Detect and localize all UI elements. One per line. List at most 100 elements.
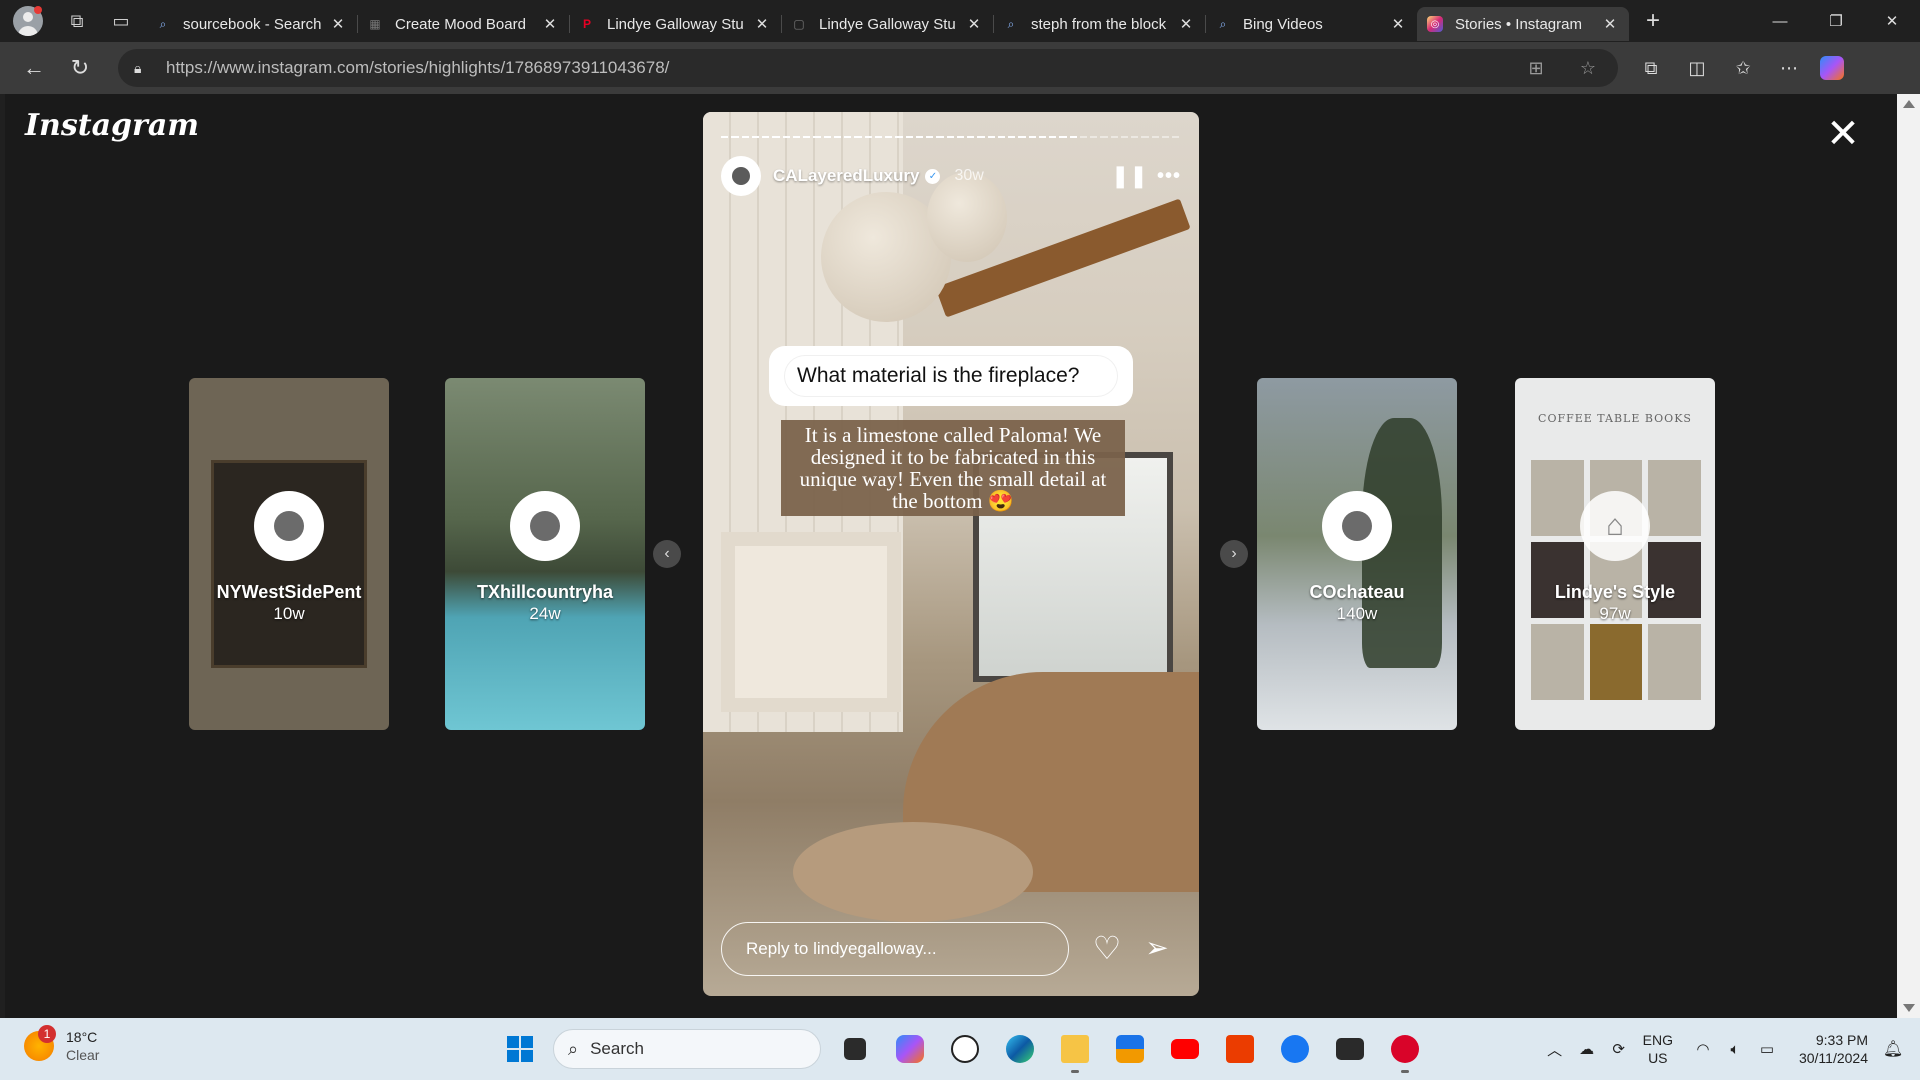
- instagram-icon: ◎: [1427, 16, 1443, 32]
- story-username: NYWestSidePent: [216, 582, 362, 602]
- tab-mood-board[interactable]: ▦ Create Mood Board ✕: [357, 7, 569, 41]
- new-tab-button[interactable]: +: [1635, 3, 1671, 39]
- microsoft-store-icon[interactable]: [1108, 1027, 1152, 1071]
- tab-lindye-pinterest[interactable]: P Lindye Galloway Stu ✕: [569, 7, 781, 41]
- minimize-icon[interactable]: —: [1752, 0, 1808, 42]
- close-icon[interactable]: ✕: [1825, 114, 1861, 154]
- story-card-cochateau[interactable]: COchateau 140w: [1257, 378, 1457, 730]
- progress-segment: [751, 136, 759, 138]
- office-icon[interactable]: [1218, 1027, 1262, 1071]
- notification-bell-icon[interactable]: 🔔︎: [1878, 1039, 1908, 1059]
- progress-segment: [731, 136, 739, 138]
- weather-sun-icon: 1: [24, 1025, 56, 1061]
- progress-segment: [854, 136, 862, 138]
- input-language[interactable]: ENG US: [1643, 1031, 1673, 1067]
- progress-segment: [1161, 136, 1169, 138]
- progress-segment: [1079, 136, 1087, 138]
- close-tab-icon[interactable]: ✕: [753, 15, 771, 33]
- story-avatar: [510, 491, 580, 561]
- story-card-nywestsidepent[interactable]: NYWestSidePent 10w: [189, 378, 389, 730]
- story-header: CALayeredLuxury ✓ 30w ❚❚ •••: [721, 156, 1181, 196]
- window-controls: — ❐ ✕: [1752, 0, 1920, 42]
- address-toolbar: ← ↻ 🔒︎ https://www.instagram.com/stories…: [0, 42, 1920, 94]
- story-image-fireplace: [721, 532, 901, 712]
- story-card-txhillcountryha[interactable]: TXhillcountryha 24w: [445, 378, 645, 730]
- verified-badge-icon: ✓: [925, 168, 941, 184]
- tab-lindye-site[interactable]: ▢ Lindye Galloway Stu ✕: [781, 7, 993, 41]
- copilot-app-icon[interactable]: [888, 1027, 932, 1071]
- send-icon[interactable]: ➢: [1137, 928, 1177, 968]
- start-button[interactable]: [498, 1027, 542, 1071]
- active-story[interactable]: CALayeredLuxury ✓ 30w ❚❚ ••• What materi…: [703, 112, 1199, 996]
- next-story-button[interactable]: ›: [1220, 540, 1248, 568]
- close-tab-icon[interactable]: ✕: [541, 15, 559, 33]
- tab-bing-videos[interactable]: ⌕ Bing Videos ✕: [1205, 7, 1417, 41]
- copilot-icon[interactable]: [1820, 56, 1844, 80]
- battery-icon[interactable]: ▭: [1751, 1040, 1783, 1058]
- extensions-icon[interactable]: ⧉: [1628, 58, 1674, 79]
- heart-icon[interactable]: ♡: [1087, 928, 1127, 968]
- onedrive-cloud-icon[interactable]: ☁: [1571, 1040, 1603, 1058]
- workspaces-icon[interactable]: ⧉: [59, 3, 95, 39]
- favorites-icon[interactable]: ✩: [1720, 58, 1766, 79]
- story-card-lindyes-style[interactable]: COFFEE TABLE BOOKS ⌂ Lindye's Style 97w: [1515, 378, 1715, 730]
- search-icon: ⌕: [568, 1038, 579, 1059]
- previous-story-button[interactable]: ‹: [653, 540, 681, 568]
- split-screen-icon[interactable]: ◫: [1674, 58, 1720, 79]
- taskbar-search[interactable]: ⌕ Search: [553, 1029, 821, 1069]
- progress-segment: [915, 136, 923, 138]
- edge-browser-icon[interactable]: [998, 1027, 1042, 1071]
- more-options-icon[interactable]: •••: [1157, 165, 1181, 188]
- story-author-avatar[interactable]: [721, 156, 761, 196]
- youtube-icon[interactable]: [1163, 1027, 1207, 1071]
- reply-input[interactable]: Reply to lindyegalloway...: [721, 922, 1069, 976]
- back-button[interactable]: ←: [14, 48, 54, 88]
- task-view-icon[interactable]: [833, 1027, 877, 1071]
- pause-icon[interactable]: ❚❚: [1111, 163, 1148, 189]
- security-app-icon[interactable]: [1383, 1027, 1427, 1073]
- progress-segment: [936, 136, 944, 138]
- favorite-star-icon[interactable]: ☆: [1574, 58, 1602, 79]
- file-explorer-icon[interactable]: [1053, 1027, 1097, 1073]
- progress-segment: [864, 136, 872, 138]
- progress-segment: [905, 136, 913, 138]
- settings-more-icon[interactable]: ⋯: [1766, 58, 1812, 79]
- progress-segment: [1131, 136, 1139, 138]
- tab-instagram-stories[interactable]: ◎ Stories • Instagram ✕: [1417, 7, 1629, 41]
- question-text: What material is the fireplace?: [785, 356, 1117, 396]
- facebook-icon[interactable]: [1273, 1027, 1317, 1071]
- close-tab-icon[interactable]: ✕: [1177, 15, 1195, 33]
- volume-icon[interactable]: 🔈︎: [1719, 1041, 1751, 1058]
- close-tab-icon[interactable]: ✕: [965, 15, 983, 33]
- instagram-logo[interactable]: Instagram: [25, 108, 199, 143]
- close-window-icon[interactable]: ✕: [1864, 0, 1920, 42]
- dell-icon[interactable]: [943, 1027, 987, 1071]
- lock-icon[interactable]: 🔒︎: [134, 60, 152, 77]
- close-tab-icon[interactable]: ✕: [329, 15, 347, 33]
- url-text[interactable]: https://www.instagram.com/stories/highli…: [166, 58, 1498, 78]
- address-bar[interactable]: 🔒︎ https://www.instagram.com/stories/hig…: [118, 49, 1618, 87]
- story-timestamp: 30w: [954, 167, 984, 184]
- story-author-username[interactable]: CALayeredLuxury: [773, 166, 919, 186]
- page-scrollbar[interactable]: [1897, 94, 1920, 1018]
- story-age: 140w: [1336, 604, 1378, 623]
- sync-icon[interactable]: ⟳: [1603, 1040, 1635, 1058]
- restore-icon[interactable]: ❐: [1808, 0, 1864, 42]
- tab-steph[interactable]: ⌕ steph from the block ✕: [993, 7, 1205, 41]
- story-headline: COFFEE TABLE BOOKS: [1538, 412, 1692, 425]
- wifi-icon[interactable]: ◠: [1687, 1040, 1719, 1058]
- media-app-icon[interactable]: [1328, 1027, 1372, 1071]
- weather-widget[interactable]: 1 18°C Clear: [24, 1025, 99, 1064]
- tab-actions-icon[interactable]: ▭: [103, 3, 139, 39]
- tab-sourcebook[interactable]: ⌕ sourcebook - Search ✕: [145, 7, 357, 41]
- chevron-up-icon[interactable]: ︿: [1539, 1039, 1571, 1060]
- progress-segment: [803, 136, 811, 138]
- refresh-button[interactable]: ↻: [60, 48, 100, 88]
- app-available-icon[interactable]: ⊞: [1522, 58, 1550, 79]
- system-clock[interactable]: 9:33 PM 30/11/2024: [1799, 1031, 1868, 1067]
- close-tab-icon[interactable]: ✕: [1389, 15, 1407, 33]
- search-icon: ⌕: [1219, 16, 1227, 31]
- story-username: TXhillcountryha: [476, 582, 613, 602]
- progress-segment: [1120, 136, 1128, 138]
- close-tab-icon[interactable]: ✕: [1601, 15, 1619, 33]
